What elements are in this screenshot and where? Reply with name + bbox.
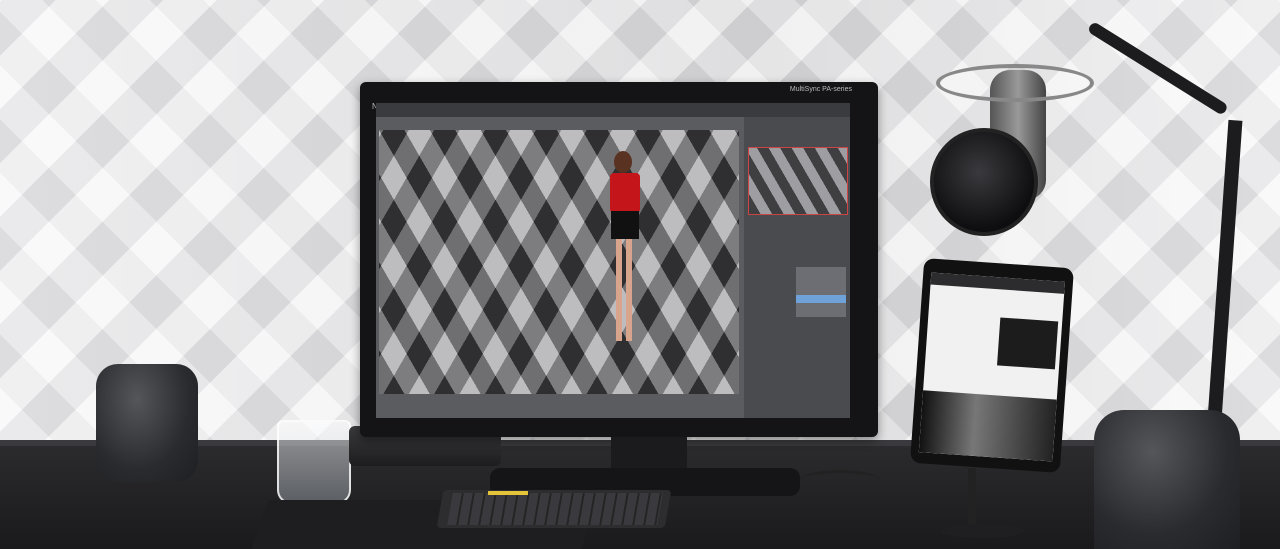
navigator-thumbnail (748, 147, 848, 215)
model-leg-right (626, 239, 632, 341)
pop-filter (930, 128, 1038, 236)
layers-panel (796, 267, 846, 317)
tablet-stand-base (940, 524, 1024, 538)
model-red-top (610, 173, 640, 213)
keyboard-accent-keys (488, 491, 528, 495)
tablet-browser-bar (930, 272, 1066, 294)
mic-shock-mount (936, 64, 1094, 102)
cable (800, 470, 880, 491)
monitor-screen (376, 103, 850, 418)
model-head (614, 151, 632, 173)
smart-speaker-right (1094, 410, 1240, 549)
keyboard-keys (447, 493, 663, 525)
tablet-portrait-image (997, 317, 1059, 370)
smart-speaker-left (96, 364, 198, 482)
photo-canvas (379, 130, 739, 394)
tablet-device (910, 258, 1074, 473)
model-figure (604, 143, 644, 353)
editor-toolbar (376, 103, 850, 117)
tablet-bw-image (918, 390, 1057, 462)
model-black-skirt (611, 211, 639, 239)
model-leg-left (616, 239, 622, 341)
monitor-model-label: MultiSync PA-series (789, 86, 852, 93)
tablet-screen (918, 272, 1066, 462)
editor-side-panel (744, 117, 850, 418)
water-glass (277, 420, 351, 504)
photo-scene: NEC MultiSync PA-series (0, 0, 1280, 549)
tablet-stand (968, 468, 976, 528)
selected-layer-row (796, 295, 846, 303)
